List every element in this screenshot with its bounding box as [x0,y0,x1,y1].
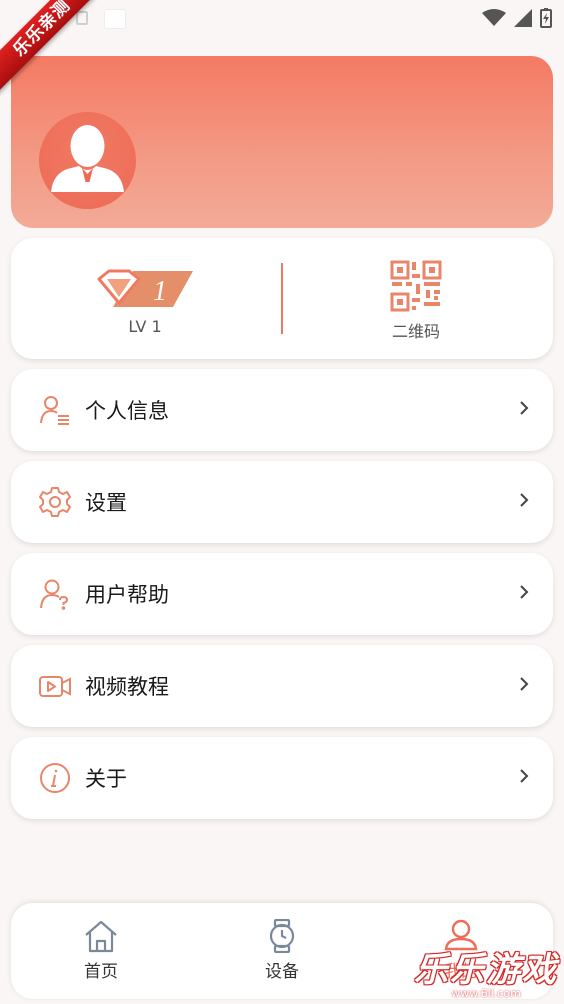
chevron-right-icon [520,769,529,783]
nav-item-device[interactable]: 设备 [242,919,322,982]
menu-item-about[interactable]: 关于 [11,737,553,819]
menu-item-user-help[interactable]: 用户帮助 [11,553,553,635]
qr-code-label: 二维码 [391,322,440,341]
battery-charging-icon [540,8,552,28]
watermark-text: 乐乐游戏 [414,950,558,990]
user-help-icon [38,577,72,611]
qr-code-icon [390,260,442,312]
menu-item-label: 视频教程 [85,675,169,699]
watch-icon [269,919,295,953]
level-badge-icon: 1 [97,269,193,307]
level-label: LV 1 [128,317,162,336]
menu-item-personal-info[interactable]: 个人信息 [11,369,553,451]
chevron-right-icon [520,401,529,415]
level-section[interactable]: 1 LV 1 [95,238,195,359]
qr-code-section[interactable]: 二维码 [381,238,451,359]
nav-item-home[interactable]: 首页 [61,919,141,982]
nav-label: 首页 [84,962,118,982]
wifi-icon [482,9,506,26]
home-icon [85,920,117,953]
chevron-right-icon [520,585,529,599]
menu-item-label: 设置 [85,491,127,515]
nav-label: 设备 [265,962,299,982]
chevron-right-icon [520,677,529,691]
watermark: 乐乐游戏 www.6ll.com [414,942,558,1000]
level-card: 1 LV 1 二维码 [11,238,553,359]
info-icon [38,761,72,795]
signal-icon [514,9,532,27]
menu-item-label: 个人信息 [85,399,169,423]
menu-item-label: 用户帮助 [85,583,169,607]
video-play-icon [38,669,72,703]
notification-icon [76,11,88,25]
notification-icon [104,9,126,29]
divider [281,263,283,334]
status-icons [482,8,552,28]
menu-item-label: 关于 [85,767,127,791]
profile-header [11,56,553,228]
level-number: 1 [153,276,167,307]
user-avatar-icon[interactable] [39,112,136,209]
gear-icon [38,485,72,519]
menu-item-video-tutorial[interactable]: 视频教程 [11,645,553,727]
status-bar [0,0,564,36]
chevron-right-icon [520,493,529,507]
person-info-icon [38,393,72,427]
menu-item-settings[interactable]: 设置 [11,461,553,543]
